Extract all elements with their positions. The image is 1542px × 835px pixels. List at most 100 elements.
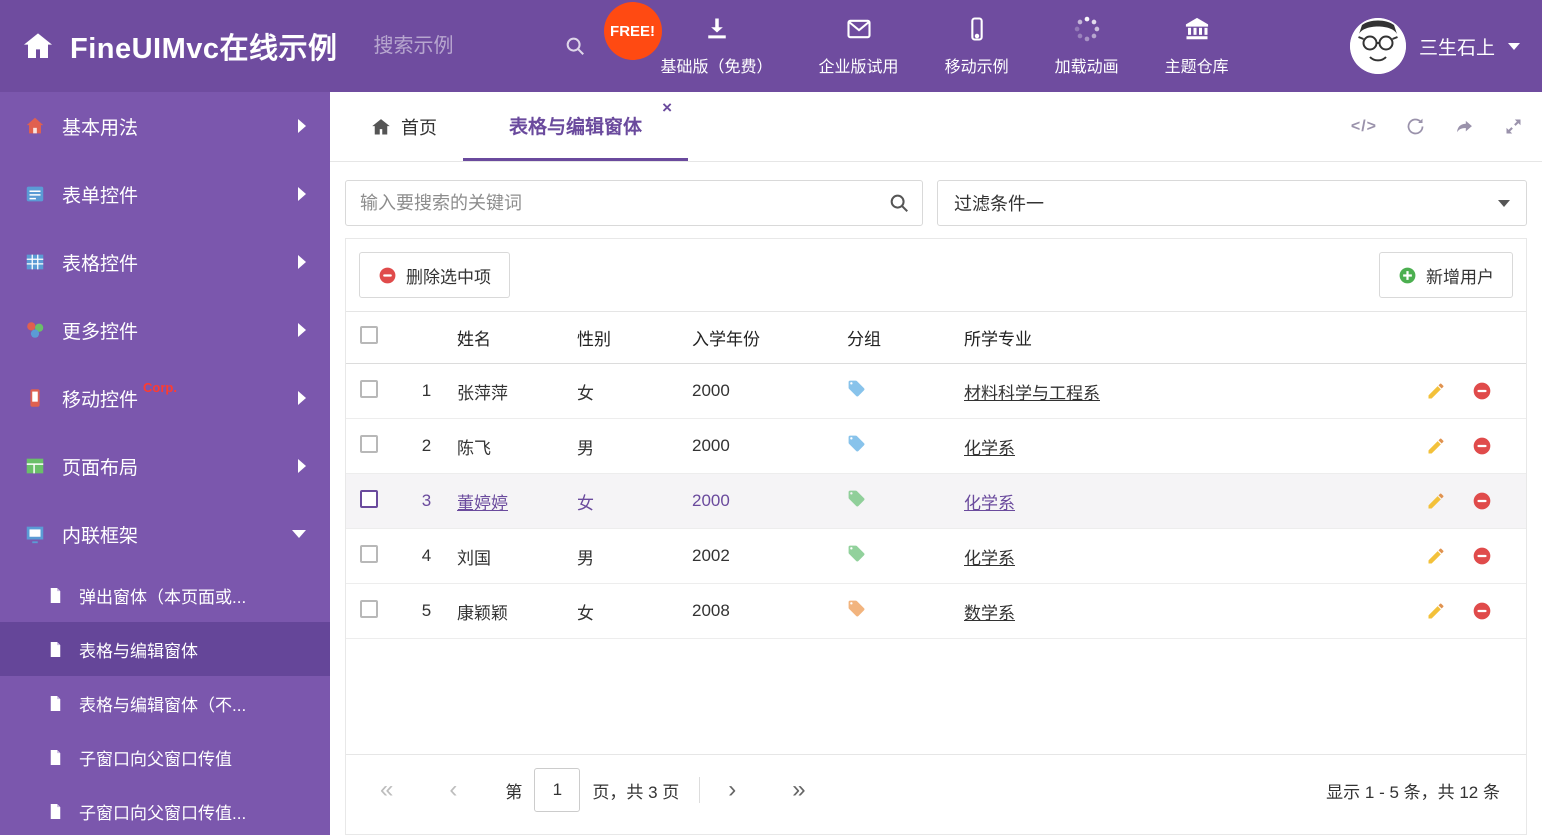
row-checkbox[interactable] bbox=[360, 379, 378, 398]
major-link[interactable]: 数学系 bbox=[964, 604, 1015, 623]
nav-loading-animation[interactable]: 加载动画 bbox=[1032, 0, 1142, 92]
major-link[interactable]: 化学系 bbox=[964, 549, 1015, 568]
row-number: 2 bbox=[421, 436, 432, 455]
filter-dropdown[interactable]: 过滤条件一 bbox=[937, 180, 1527, 226]
select-all-checkbox[interactable] bbox=[360, 326, 378, 344]
delete-icon[interactable] bbox=[1472, 491, 1492, 511]
nav-mobile-demo[interactable]: 移动示例 bbox=[922, 0, 1032, 92]
next-page-button[interactable]: › bbox=[720, 778, 744, 802]
sidebar-item-more-controls[interactable]: 更多控件 bbox=[0, 296, 330, 364]
sidebar-item-basic-usage[interactable]: 基本用法 bbox=[0, 92, 330, 160]
frame-icon bbox=[24, 523, 46, 545]
column-header-name: 姓名 bbox=[457, 330, 491, 349]
table-row-selected[interactable]: 3 董婷婷 女 2000 化学系 bbox=[346, 474, 1526, 529]
column-header-group: 分组 bbox=[847, 330, 881, 349]
row-checkbox[interactable] bbox=[360, 489, 378, 508]
table-row[interactable]: 2 陈飞 男 2000 化学系 bbox=[346, 419, 1526, 474]
first-page-button[interactable]: « bbox=[372, 778, 401, 802]
fullscreen-icon[interactable] bbox=[1503, 116, 1524, 137]
major-link[interactable]: 材料科学与工程系 bbox=[964, 384, 1100, 403]
pager-divider bbox=[699, 777, 701, 803]
user-menu[interactable]: 三生石上 bbox=[1349, 18, 1520, 74]
sidebar-item-form-controls[interactable]: 表单控件 bbox=[0, 160, 330, 228]
header-search-input[interactable] bbox=[373, 34, 564, 58]
open-in-new-icon[interactable] bbox=[1454, 116, 1475, 137]
major-link[interactable]: 化学系 bbox=[964, 494, 1015, 513]
sidebar-item-iframe[interactable]: 内联框架 bbox=[0, 500, 330, 568]
major-link[interactable]: 化学系 bbox=[964, 439, 1015, 458]
data-grid: 姓名 性别 入学年份 分组 所学专业 1 张萍萍 女 2000 材料科学与工程系 bbox=[346, 311, 1526, 639]
row-checkbox[interactable] bbox=[360, 434, 378, 453]
cell-year: 2000 bbox=[692, 436, 730, 455]
delete-icon[interactable] bbox=[1472, 546, 1492, 566]
submenu-item-grid-edit-window-2[interactable]: 表格与编辑窗体（不... bbox=[0, 676, 330, 730]
delete-icon[interactable] bbox=[1472, 601, 1492, 621]
chevron-down-icon bbox=[292, 530, 306, 538]
submenu-item-child-to-parent[interactable]: 子窗口向父窗口传值 bbox=[0, 730, 330, 784]
tab-grid-edit-window[interactable]: 表格与编辑窗体 × bbox=[463, 92, 689, 161]
cell-gender: 女 bbox=[577, 383, 594, 403]
header-nav: FREE! 基础版（免费） 企业版试用 移动示例 加载动画 主题仓库 bbox=[603, 0, 1252, 92]
delete-selected-button[interactable]: 删除选中项 bbox=[359, 252, 510, 298]
app-header: FineUIMvc在线示例 FREE! 基础版（免费） 企业版试用 移动示例 加… bbox=[0, 0, 1542, 92]
edit-icon[interactable] bbox=[1426, 436, 1446, 456]
refresh-icon[interactable] bbox=[1405, 116, 1426, 137]
edit-icon[interactable] bbox=[1426, 601, 1446, 621]
table-row[interactable]: 5 康颖颖 女 2008 数学系 bbox=[346, 584, 1526, 639]
tag-icon bbox=[847, 434, 866, 453]
edit-icon[interactable] bbox=[1426, 491, 1446, 511]
last-page-button[interactable]: » bbox=[784, 778, 813, 802]
row-checkbox[interactable] bbox=[360, 544, 378, 563]
add-user-button[interactable]: 新增用户 bbox=[1379, 252, 1513, 298]
cell-name: 张萍萍 bbox=[457, 383, 508, 403]
sidebar-item-grid-controls[interactable]: 表格控件 bbox=[0, 228, 330, 296]
nav-theme-store[interactable]: 主题仓库 bbox=[1142, 0, 1252, 92]
filter-dropdown-value: 过滤条件一 bbox=[954, 194, 1044, 214]
file-icon bbox=[46, 586, 65, 605]
sidebar: 基本用法 表单控件 表格控件 更多控件 移动控件Corp. 页面布局 内联框架 … bbox=[0, 92, 330, 835]
cell-year: 2000 bbox=[692, 381, 730, 400]
page-number-input[interactable] bbox=[534, 768, 581, 812]
home-icon[interactable] bbox=[22, 30, 54, 62]
button-label: 删除选中项 bbox=[406, 267, 491, 287]
search-icon[interactable] bbox=[888, 192, 910, 214]
submenu-item-popup-window[interactable]: 弹出窗体（本页面或... bbox=[0, 568, 330, 622]
file-icon bbox=[46, 748, 65, 767]
delete-icon[interactable] bbox=[1472, 381, 1492, 401]
tab-home[interactable]: 首页 bbox=[345, 92, 463, 161]
download-icon bbox=[707, 18, 726, 39]
close-icon[interactable]: × bbox=[662, 98, 672, 118]
table-header-row: 姓名 性别 入学年份 分组 所学专业 bbox=[346, 311, 1526, 364]
envelope-icon bbox=[846, 19, 871, 39]
source-code-icon[interactable]: </> bbox=[1351, 118, 1377, 136]
cell-name: 康颖颖 bbox=[457, 603, 508, 623]
sidebar-item-mobile-controls[interactable]: 移动控件Corp. bbox=[0, 364, 330, 432]
table-row[interactable]: 1 张萍萍 女 2000 材料科学与工程系 bbox=[346, 364, 1526, 419]
edit-icon[interactable] bbox=[1426, 381, 1446, 401]
prev-page-button[interactable]: ‹ bbox=[441, 778, 465, 802]
cell-name: 刘国 bbox=[457, 548, 491, 568]
search-icon[interactable] bbox=[564, 35, 586, 57]
edit-icon[interactable] bbox=[1426, 546, 1446, 566]
cell-gender: 男 bbox=[577, 548, 594, 568]
nav-basic-edition[interactable]: FREE! 基础版（免费） bbox=[603, 0, 796, 92]
delete-icon[interactable] bbox=[1472, 436, 1492, 456]
submenu-item-child-to-parent-2[interactable]: 子窗口向父窗口传值... bbox=[0, 784, 330, 835]
submenu-item-grid-edit-window[interactable]: 表格与编辑窗体 bbox=[0, 622, 330, 676]
sidebar-item-label: 内联框架 bbox=[62, 525, 139, 547]
cell-gender: 女 bbox=[577, 493, 594, 513]
nav-label: 加载动画 bbox=[1054, 59, 1119, 76]
sidebar-item-page-layout[interactable]: 页面布局 bbox=[0, 432, 330, 500]
sidebar-item-label: 更多控件 bbox=[62, 321, 139, 343]
nav-enterprise-trial[interactable]: 企业版试用 bbox=[796, 0, 922, 92]
row-checkbox[interactable] bbox=[360, 599, 378, 618]
spinner-icon bbox=[1074, 16, 1099, 42]
tab-label: 表格与编辑窗体 bbox=[509, 116, 643, 138]
tag-icon bbox=[847, 379, 866, 398]
keyword-search-input[interactable] bbox=[345, 180, 923, 226]
column-header-gender: 性别 bbox=[577, 330, 611, 349]
nav-label: 企业版试用 bbox=[818, 59, 899, 76]
table-row[interactable]: 4 刘国 男 2002 化学系 bbox=[346, 529, 1526, 584]
plus-circle-icon bbox=[1399, 267, 1416, 283]
app-title: FineUIMvc在线示例 bbox=[70, 33, 338, 65]
